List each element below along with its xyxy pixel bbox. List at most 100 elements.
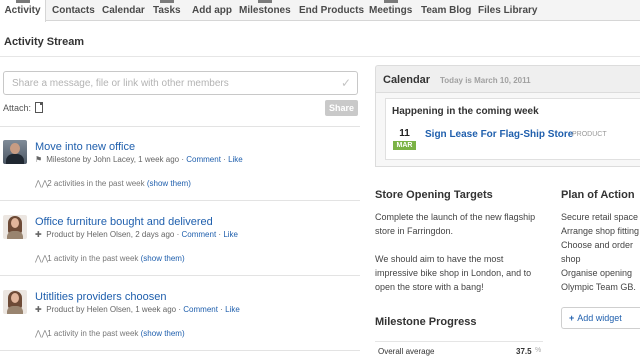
activity-chart-icon: ⋀⋀ <box>35 329 49 338</box>
tab-meetings[interactable]: Meetings <box>369 0 412 21</box>
add-widget-label: Add widget <box>577 313 622 323</box>
tab-add-app[interactable]: Add app <box>192 0 232 21</box>
targets-title: Store Opening Targets <box>375 189 493 201</box>
calendar-title: Calendar <box>383 74 431 86</box>
tab-tasks[interactable]: Tasks <box>153 0 181 21</box>
plan-line: Secure retail space <box>561 212 639 222</box>
plus-icon: + <box>569 313 575 323</box>
like-link[interactable]: Like <box>228 155 243 164</box>
share-input[interactable] <box>4 72 324 94</box>
tab-activity[interactable]: Activity <box>0 0 46 22</box>
activity-chart-icon: ⋀⋀ <box>35 254 49 263</box>
dot-separator: · <box>218 230 222 239</box>
share-box: ✓ <box>3 71 358 95</box>
item-time: , 1 week ago <box>133 155 180 164</box>
item-author: John Lacey <box>93 155 134 164</box>
plan-line: Choose and order <box>561 240 634 250</box>
document-icon[interactable] <box>35 102 43 113</box>
tab-label: Calendar <box>102 5 145 16</box>
milestone-progress-title: Milestone Progress <box>375 316 477 328</box>
activity-chart-icon: ⋀⋀ <box>35 179 49 188</box>
item-meta: ✚ Product by Helen Olsen, 1 week ago · C… <box>35 305 240 314</box>
item-author: Helen Olsen <box>86 305 131 314</box>
date-badge: 11 MAR <box>393 126 416 152</box>
calendar-today: Today is March 10, 2011 <box>440 76 531 85</box>
item-author: Helen Olsen <box>86 230 131 239</box>
plan-title: Plan of Action <box>561 189 635 201</box>
plan-line: Organise opening <box>561 268 633 278</box>
tab-label: Tasks <box>153 5 181 16</box>
stream-divider <box>0 126 360 127</box>
dot-separator: · <box>220 305 223 314</box>
item-type: Product <box>46 230 74 239</box>
tab-files-library[interactable]: Files Library <box>478 0 537 21</box>
item-title-link[interactable]: Utitlities providers choosen <box>35 291 166 303</box>
tab-label: Contacts <box>52 5 95 16</box>
attach-label: Attach: <box>3 103 32 113</box>
comment-link[interactable]: Comment <box>182 230 217 239</box>
item-title-link[interactable]: Office furniture bought and delivered <box>35 216 213 228</box>
share-button[interactable]: Share <box>325 100 358 116</box>
item-type: Milestone <box>46 155 81 164</box>
tab-calendar[interactable]: Calendar <box>102 0 145 21</box>
by-label: by <box>82 155 92 164</box>
tab-label: Files Library <box>478 5 538 16</box>
targets-text-1: Complete the launch of the new flagship … <box>375 212 536 236</box>
person-avatar-icon[interactable] <box>3 140 27 164</box>
dot-separator: · <box>181 155 185 164</box>
calendar-section-title: Happening in the coming week <box>392 106 539 117</box>
stream-divider <box>0 350 360 351</box>
tab-label: Milestones <box>239 5 291 16</box>
progress-unit: % <box>535 347 542 354</box>
activity-count: 2 activities in the past week <box>47 179 145 188</box>
dot-separator: · <box>176 230 180 239</box>
stream-divider <box>0 275 360 276</box>
calendar-header: Calendar Today is March 10, 2011 <box>375 65 640 93</box>
plan-line: Arrange shop fitting <box>561 226 640 236</box>
tab-end-products[interactable]: End Products <box>299 0 364 21</box>
header-divider <box>0 56 640 57</box>
meetings-icon <box>383 0 398 3</box>
dot-separator: · <box>178 305 182 314</box>
event-day: 11 <box>399 128 410 139</box>
item-time: , 2 days ago <box>130 230 175 239</box>
tab-contacts[interactable]: Contacts <box>52 0 95 21</box>
show-them-link[interactable]: (show them) <box>147 179 191 188</box>
flag-icon: ⚑ <box>35 155 43 164</box>
dot-separator: · <box>223 155 226 164</box>
like-link[interactable]: Like <box>225 305 240 314</box>
puzzle-icon: ✚ <box>35 230 42 239</box>
item-time: , 1 week ago <box>130 305 177 314</box>
show-them-link[interactable]: (show them) <box>141 254 185 263</box>
activity-summary: ⋀⋀ 1 activity in the past week (show the… <box>35 329 185 338</box>
activity-summary: ⋀⋀ 2 activities in the past week (show t… <box>35 179 191 188</box>
tab-milestones[interactable]: Milestones <box>239 0 291 21</box>
tab-label: Team Blog <box>421 5 472 16</box>
progress-row: Overall average 37.5 % <box>375 341 543 360</box>
by-label: by <box>76 305 85 314</box>
stream-divider <box>0 200 360 201</box>
comment-link[interactable]: Comment <box>186 155 221 164</box>
add-widget-button[interactable]: + Add widget <box>561 307 640 329</box>
person-avatar-icon[interactable] <box>3 290 27 314</box>
plan-line: Olympic Team GB. <box>561 282 636 292</box>
calendar-event-card: Happening in the coming week 11 MAR Sign… <box>385 98 640 160</box>
activity-count: 1 activity in the past week <box>47 254 139 263</box>
tab-label: Activity <box>4 5 41 16</box>
tab-team-blog[interactable]: Team Blog <box>421 0 471 21</box>
plan-line: shop <box>561 254 581 264</box>
event-month: MAR <box>393 141 416 150</box>
checkmark-icon: ✓ <box>340 76 351 90</box>
tab-label: Meetings <box>369 5 413 16</box>
event-title-link[interactable]: Sign Lease For Flag-Ship Store <box>425 129 573 140</box>
page-title: Activity Stream <box>4 36 85 48</box>
comment-link[interactable]: Comment <box>183 305 218 314</box>
activity-icon <box>15 0 30 3</box>
top-nav: Activity Contacts Calendar Tasks Add app… <box>0 0 640 22</box>
puzzle-icon: ✚ <box>35 305 42 314</box>
targets-text-2: We should aim to have the most impressiv… <box>375 254 532 292</box>
like-link[interactable]: Like <box>223 230 238 239</box>
item-title-link[interactable]: Move into new office <box>35 141 135 153</box>
person-avatar-icon[interactable] <box>3 215 27 239</box>
show-them-link[interactable]: (show them) <box>141 329 185 338</box>
